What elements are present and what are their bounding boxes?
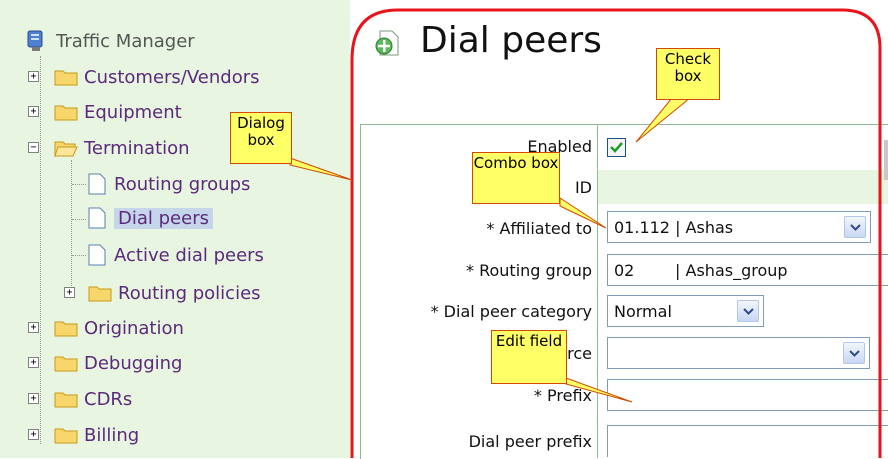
folder-icon [54, 356, 78, 372]
id-row-background [598, 170, 888, 204]
checkmark-icon [610, 142, 623, 153]
tree-item-customers-vendors[interactable]: Customers/Vendors [54, 62, 260, 92]
tree-line [72, 219, 86, 220]
folder-icon [54, 428, 78, 444]
tree-line [71, 160, 72, 296]
tree-item-debugging[interactable]: Debugging [54, 348, 182, 378]
routing-group-label: * Routing group [466, 261, 592, 280]
page-edge [884, 140, 888, 180]
collapse-minus-icon[interactable]: − [28, 142, 39, 153]
tree-line [72, 255, 86, 256]
navigation-tree: Traffic Manager + Customers/Vendors + Eq… [0, 0, 352, 458]
expand-plus-icon[interactable]: + [28, 357, 39, 368]
tree-item-label: Billing [84, 424, 140, 446]
tree-item-label: Routing policies [118, 282, 261, 304]
expand-plus-icon[interactable]: + [28, 429, 39, 440]
folder-icon [54, 321, 78, 337]
tree-item-routing-groups[interactable]: Routing groups [88, 169, 250, 199]
affiliated-dropdown-button[interactable] [844, 216, 866, 238]
tree-item-label: Debugging [84, 352, 183, 374]
tree-line [40, 56, 41, 444]
tree-item-dial-peers[interactable]: Dial peers [88, 203, 213, 233]
tree-item-label: CDRs [84, 388, 133, 410]
tree-root[interactable]: Traffic Manager [26, 26, 195, 56]
page-icon [88, 244, 106, 266]
edit-field-callout: Edit field [491, 330, 567, 384]
tree-item-equipment[interactable]: Equipment [54, 97, 182, 127]
combo-box-callout: Combo box [472, 152, 560, 204]
check-box-callout: Check box [656, 48, 720, 100]
server-icon [27, 30, 43, 51]
peer-source-combo[interactable] [607, 337, 870, 369]
tree-item-label: Dial peers [114, 207, 213, 229]
tree-item-label: Termination [84, 137, 190, 159]
dialog-callout-text: Dialog box [237, 114, 285, 149]
tree-item-label: Origination [84, 317, 184, 339]
tree-item-label: Routing groups [114, 173, 251, 195]
expand-plus-icon[interactable]: + [28, 106, 39, 117]
affiliated-to-value: 01.112 | Ashas [614, 217, 734, 237]
page-title: Dial peers [420, 20, 602, 61]
check-callout-text: Check box [664, 50, 712, 85]
combo-callout-text: Combo box [473, 154, 559, 172]
folder-icon [54, 392, 78, 408]
peer-source-dropdown-button[interactable] [843, 342, 865, 364]
folder-icon [88, 286, 112, 302]
tree-item-label: Equipment [84, 101, 182, 123]
folder-icon [54, 105, 78, 121]
expand-plus-icon[interactable]: + [28, 322, 39, 333]
routing-group-field[interactable]: 02 | Ashas_group [607, 254, 888, 286]
open-folder-icon [54, 141, 78, 157]
affiliated-to-label: * Affiliated to [486, 219, 592, 238]
prefix-input[interactable] [607, 379, 888, 411]
expand-plus-icon[interactable]: + [28, 393, 39, 404]
edit-callout-text: Edit field [495, 332, 563, 350]
dial-peer-category-label: * Dial peer category [430, 302, 592, 321]
routing-group-value: 02 | Ashas_group [614, 260, 788, 280]
expand-plus-icon[interactable]: + [64, 287, 75, 298]
dialog-box-callout: Dialog box [230, 112, 292, 164]
prefix-label: * Prefix [533, 386, 592, 405]
chevron-down-icon [743, 308, 754, 315]
expand-plus-icon[interactable]: + [28, 71, 39, 82]
dial-peer-prefix-label: Dial peer prefix [468, 432, 592, 451]
affiliated-to-combo[interactable]: 01.112 | Ashas [607, 211, 871, 243]
dial-peer-category-value: Normal [614, 301, 672, 321]
id-label: ID [574, 178, 592, 197]
page-icon [88, 207, 106, 229]
enabled-checkbox[interactable] [607, 138, 626, 157]
category-dropdown-button[interactable] [737, 300, 759, 322]
tree-item-label: Active dial peers [114, 244, 264, 266]
tree-item-origination[interactable]: Origination [54, 313, 184, 343]
tree-item-termination[interactable]: Termination [54, 133, 190, 163]
tree-item-active-dial-peers[interactable]: Active dial peers [88, 240, 264, 270]
tree-item-billing[interactable]: Billing [54, 420, 139, 450]
tree-root-label: Traffic Manager [56, 30, 195, 52]
chevron-down-icon [850, 224, 861, 231]
tree-line [72, 184, 86, 185]
add-page-icon [375, 30, 399, 56]
tree-item-cdrs[interactable]: CDRs [54, 384, 132, 414]
dial-peer-prefix-input[interactable] [607, 425, 888, 457]
tree-item-label: Customers/Vendors [84, 66, 260, 88]
folder-icon [54, 70, 78, 86]
tree-item-routing-policies[interactable]: Routing policies [88, 278, 261, 308]
chevron-down-icon [849, 350, 860, 357]
page-icon [88, 173, 106, 195]
